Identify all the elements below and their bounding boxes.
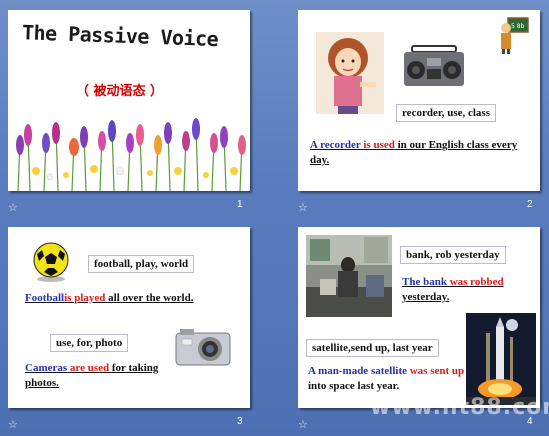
slide-4-verb-1: was robbed (449, 276, 504, 288)
slide-3-subject-2: Cameras (25, 362, 68, 374)
svg-text:5 8b: 5 8b (511, 23, 525, 30)
slide-3-rest-1: all over the world. (108, 292, 194, 304)
teacher-blackboard-icon: 5 8b (501, 17, 529, 54)
slide-2-sentence: A recorder is used in our English class … (310, 138, 532, 168)
slide-3-number: 3 (237, 416, 243, 427)
slide-4-keywords-1: bank, rob yesterday (400, 246, 506, 264)
slide-3-sentence-2: Cameras are used for taking photos. (25, 361, 190, 391)
slide-3-verb-1: is played (64, 292, 106, 304)
slide-2-subject: A recorder (310, 139, 361, 151)
slide-1-transition-star-icon[interactable]: ☆ (8, 201, 18, 214)
slide-3-thumbnail[interactable]: football, play, world Footballis played … (8, 227, 250, 408)
slide-4-rest-2: into space last year. (308, 380, 400, 392)
girl-cartoon-image (316, 32, 384, 114)
slide-4-sentence-1: The bank was robbed yesterday. (402, 275, 532, 305)
football-image (33, 242, 69, 282)
slide-3-keywords-2: use, for, photo (50, 334, 129, 352)
slide-2-thumbnail[interactable]: 5 8b recorder, use, class A recorder is … (298, 10, 540, 191)
slide-1-number: 1 (237, 199, 243, 210)
slide-3-sentence-1: Footballis played all over the world. (25, 291, 247, 306)
flower-garden-image (8, 111, 250, 191)
rocket-launch-photo (466, 313, 536, 405)
slide-4-verb-2: was sent up (409, 365, 465, 377)
bank-robbery-photo (306, 235, 392, 317)
cassette-recorder-image (404, 45, 464, 86)
slide-4-sentence-2: A man-made satellite was sent up into sp… (308, 364, 466, 394)
slide-1-subtitle: （ 被动语态 ） (76, 84, 164, 99)
slide-3-keywords-1: football, play, world (88, 255, 195, 273)
slide-4-keywords-2: satellite,send up, last year (306, 339, 439, 357)
slide-4-thumbnail[interactable]: bank, rob yesterday The bank was robbed … (298, 227, 540, 408)
slide-1-title: The Passive Voice (21, 20, 219, 52)
slide-3-subject-1: Football (25, 292, 65, 304)
slide-4-rest-1: yesterday. (402, 291, 450, 303)
slide-2-number: 2 (527, 199, 533, 210)
slide-3-transition-star-icon[interactable]: ☆ (8, 418, 18, 431)
watermark-text: www.ht88.com (370, 395, 549, 420)
slide-2-verb: is used (363, 139, 395, 151)
slide-3-verb-2: are used (69, 362, 110, 374)
slide-1-thumbnail[interactable]: The Passive Voice （ 被动语态 ） (8, 10, 250, 191)
slide-2-transition-star-icon[interactable]: ☆ (298, 201, 308, 214)
slide-2-keywords: recorder, use, class (396, 104, 496, 122)
slide-4-subject-1: The bank (402, 276, 447, 288)
slide-4-subject-2: A man-made satellite (308, 365, 407, 377)
slide-4-transition-star-icon[interactable]: ☆ (298, 418, 308, 431)
